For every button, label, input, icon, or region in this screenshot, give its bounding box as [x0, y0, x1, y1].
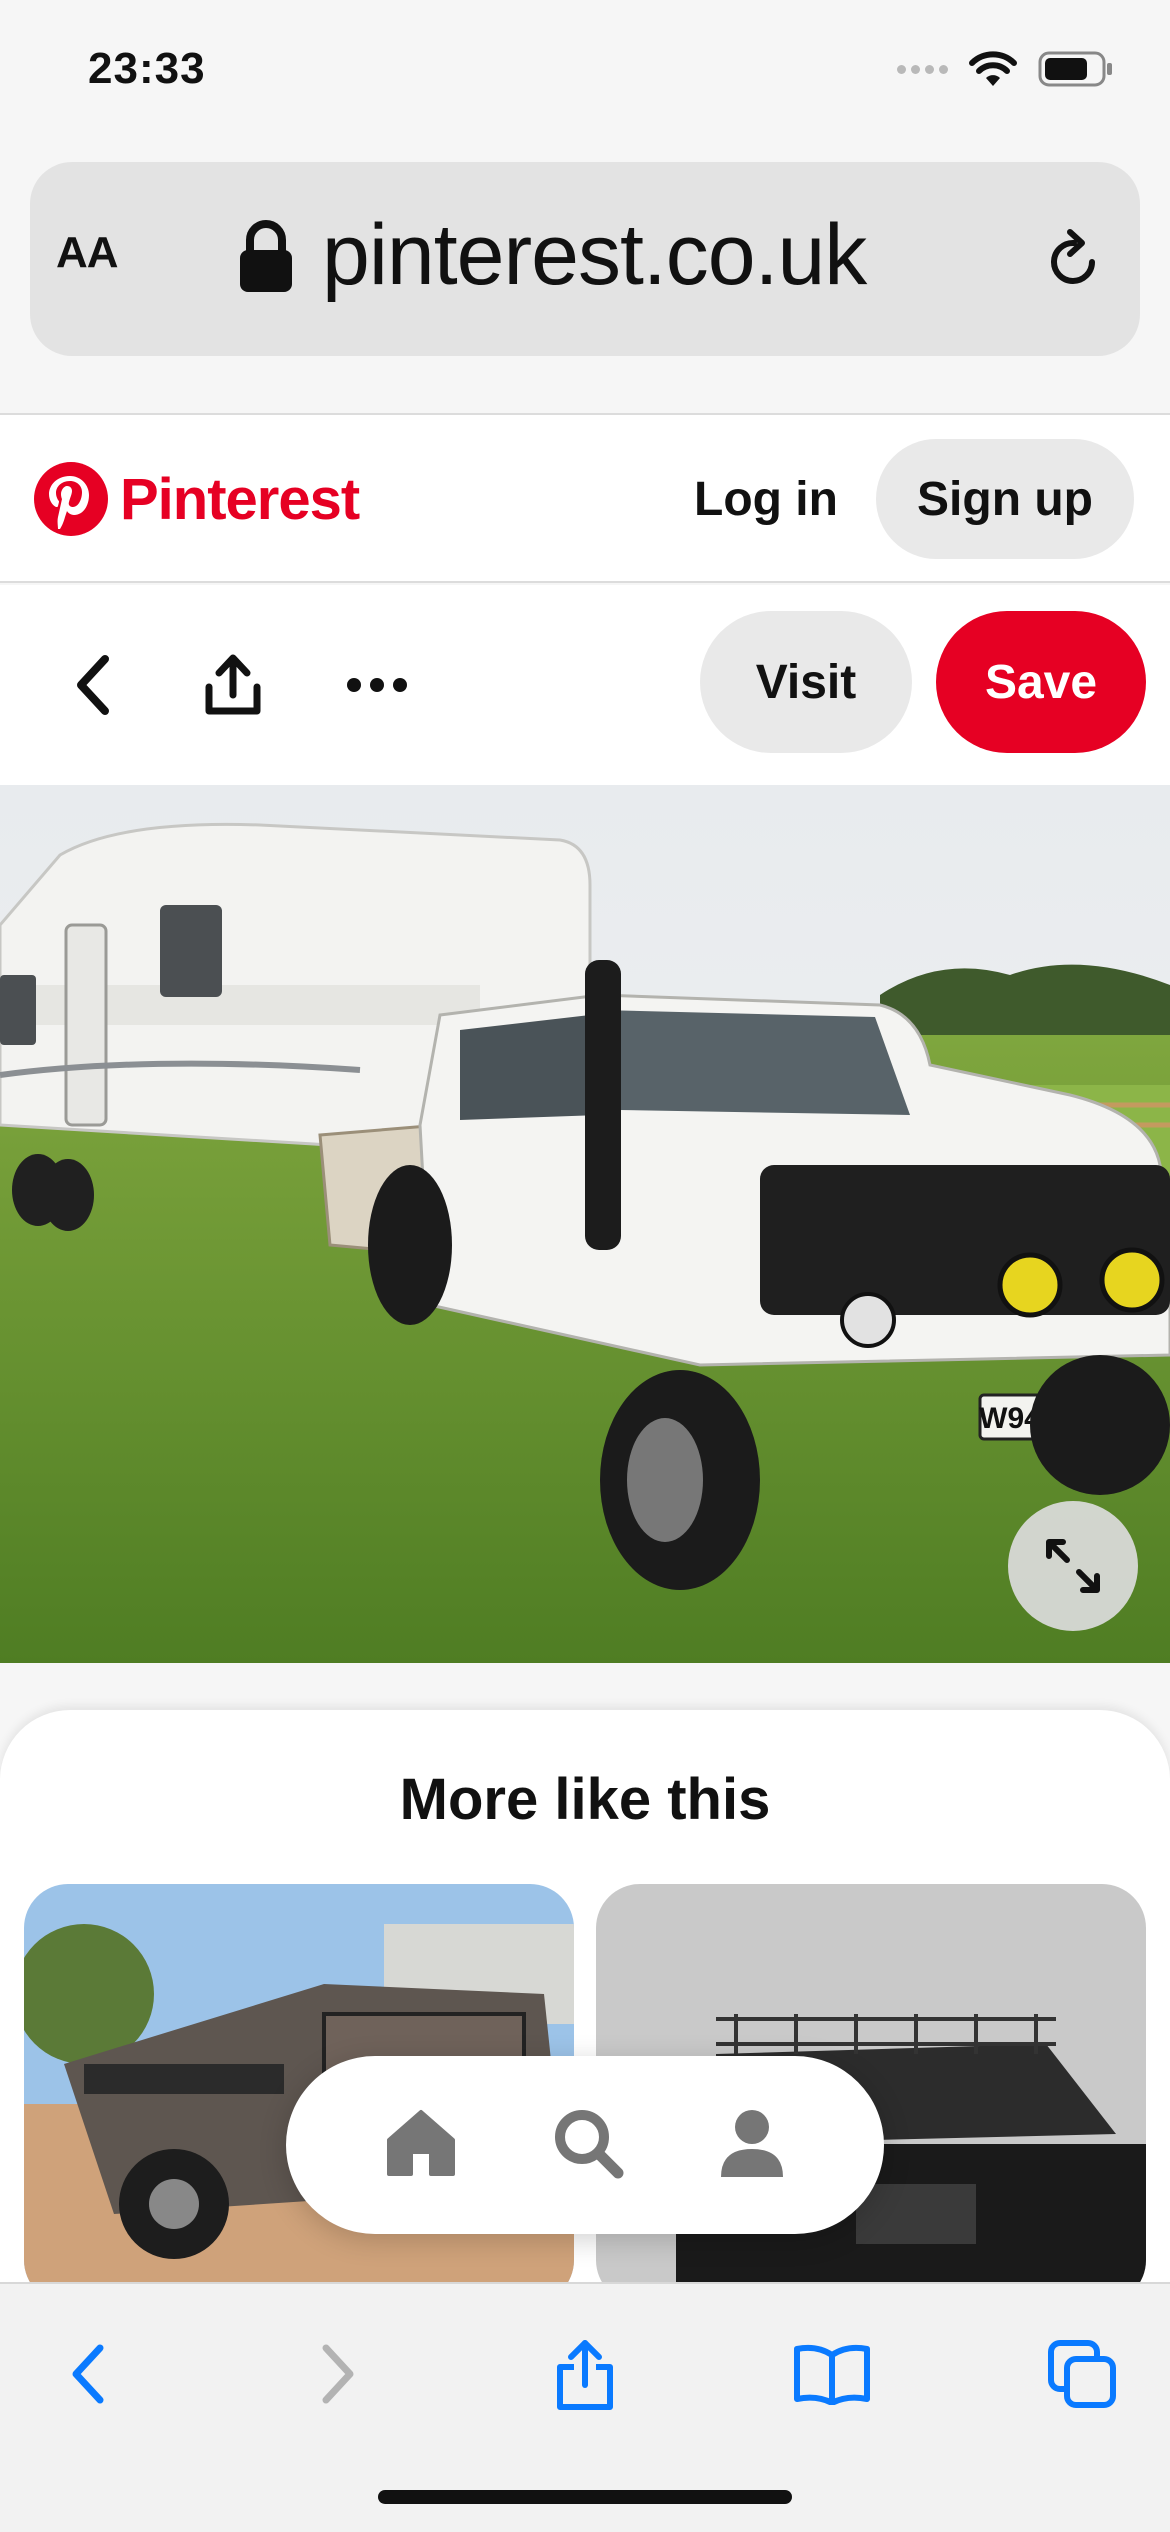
visit-button[interactable]: Visit — [700, 611, 912, 753]
tabs-button[interactable] — [1034, 2326, 1130, 2422]
back-button[interactable] — [48, 637, 138, 733]
status-bar: 23:33 — [0, 0, 1170, 150]
search-icon — [554, 2109, 624, 2178]
share-icon — [205, 654, 261, 715]
login-button[interactable]: Log in — [694, 472, 838, 527]
pin-photo: W94 VEC — [0, 785, 1170, 1663]
site-header: Pinterest Log in Sign up — [0, 413, 1170, 583]
text-size-button[interactable]: AA — [56, 228, 119, 278]
share-button[interactable] — [188, 637, 278, 733]
share-icon — [557, 2340, 613, 2410]
floating-nav — [286, 2056, 884, 2234]
home-tab[interactable] — [385, 2108, 457, 2183]
lock-icon — [240, 220, 292, 292]
save-button[interactable]: Save — [936, 611, 1146, 753]
tabs-icon — [1048, 2340, 1116, 2408]
book-icon — [794, 2344, 870, 2405]
ellipsis-icon — [347, 678, 407, 692]
pinterest-logo[interactable]: Pinterest — [34, 462, 360, 536]
expand-icon — [1046, 1539, 1100, 1593]
more-like-this-title: More like this — [399, 1767, 771, 1832]
brand-name: Pinterest — [120, 466, 360, 532]
profile-tab[interactable] — [719, 2107, 785, 2184]
reload-icon[interactable] — [1046, 228, 1102, 290]
search-tab[interactable] — [552, 2107, 624, 2184]
pinterest-logo-icon — [34, 462, 108, 536]
browser-forward-button[interactable] — [290, 2326, 386, 2422]
url-text[interactable]: pinterest.co.uk — [322, 206, 867, 305]
pin-image[interactable]: W94 VEC — [0, 785, 1170, 1663]
chevron-left-icon — [77, 655, 109, 715]
status-time: 23:33 — [88, 44, 206, 93]
status-icons — [897, 50, 1114, 88]
more-options-button[interactable] — [332, 637, 422, 733]
text-size-label: AA — [56, 228, 119, 277]
wifi-icon — [969, 51, 1017, 86]
chevron-left-icon — [72, 2344, 104, 2404]
battery-icon — [1038, 51, 1112, 87]
signup-button[interactable]: Sign up — [876, 439, 1134, 559]
expand-button[interactable] — [1008, 1501, 1138, 1631]
bookmarks-button[interactable] — [784, 2326, 880, 2422]
pin-action-row: Visit Save — [0, 585, 1170, 785]
address-bar[interactable]: AA pinterest.co.uk — [30, 162, 1140, 356]
chevron-right-icon — [322, 2344, 354, 2404]
profile-icon — [720, 2109, 783, 2177]
home-indicator — [378, 2490, 792, 2504]
home-icon — [387, 2109, 456, 2176]
browser-back-button[interactable] — [40, 2326, 136, 2422]
cellular-signal-icon — [897, 64, 948, 74]
browser-share-button[interactable] — [537, 2326, 633, 2422]
